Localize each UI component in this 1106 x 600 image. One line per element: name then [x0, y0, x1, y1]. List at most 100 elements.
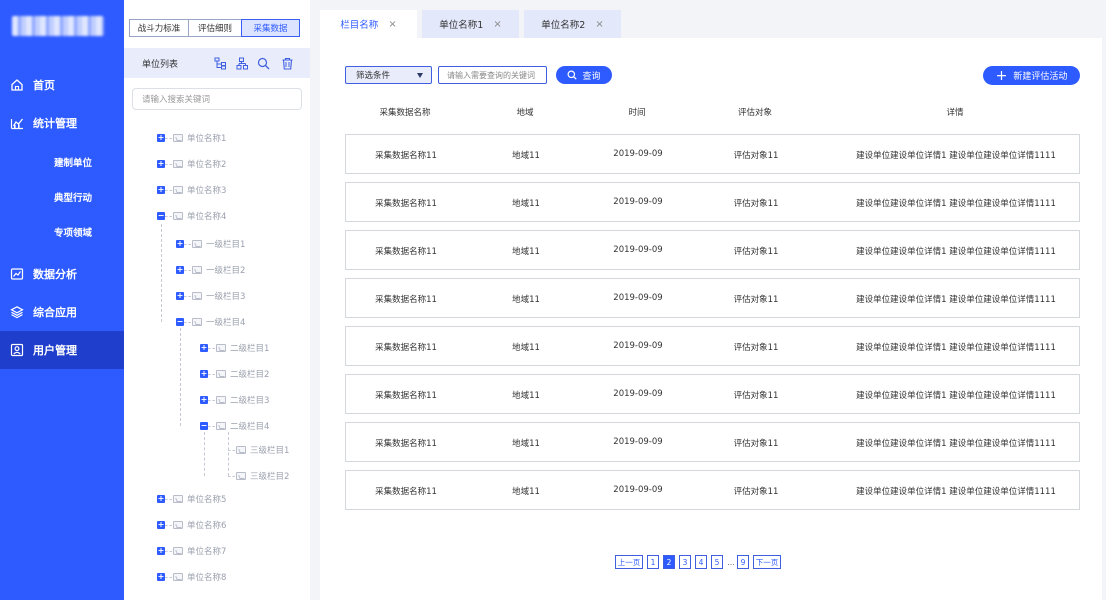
page-button[interactable]: 1	[647, 555, 659, 569]
tree-node[interactable]: + 单位名称5	[157, 492, 226, 506]
table-row[interactable]: 采集数据名称11 地域11 2019-09-09 评估对象11 建设单位建设单位详情1 …	[345, 134, 1080, 174]
prev-page-button[interactable]: 上一页	[615, 555, 643, 569]
tree-node[interactable]: − 单位名称4	[157, 209, 226, 223]
nav-item-apps[interactable]: 综合应用	[0, 293, 124, 331]
table-cell: 评估对象11	[733, 439, 779, 449]
tree-node[interactable]: + 二级栏目1	[200, 341, 269, 355]
tree-node[interactable]: + 二级栏目3	[200, 393, 269, 407]
expand-toggle-icon[interactable]: +	[200, 396, 208, 404]
page-button[interactable]: 5	[711, 555, 723, 569]
expand-toggle-icon[interactable]: +	[157, 495, 165, 503]
close-icon[interactable]: ×	[388, 19, 396, 30]
tree-connector-line	[180, 328, 181, 426]
trash-icon[interactable]	[281, 57, 294, 70]
expand-toggle-icon[interactable]: +	[157, 134, 165, 142]
tree-expand-icon[interactable]	[214, 57, 227, 70]
nav-item-analysis[interactable]: 数据分析	[0, 255, 124, 293]
expand-toggle-icon[interactable]: +	[176, 292, 184, 300]
folder-icon	[192, 292, 202, 300]
table-cell: 评估对象11	[733, 343, 779, 353]
collapse-toggle-icon[interactable]: −	[200, 422, 208, 430]
nav-sub-item-actions[interactable]: 典型行动	[0, 190, 124, 204]
filter-select[interactable]: 筛选条件	[345, 66, 432, 84]
tab-unit-2[interactable]: 单位名称2 ×	[524, 10, 621, 38]
table-row[interactable]: 采集数据名称11 地域11 2019-09-09 评估对象11 建设单位建设单位详情1 …	[345, 470, 1080, 510]
unit-search-input[interactable]: 请输入搜索关键词	[132, 88, 302, 110]
tree-node[interactable]: + 二级栏目2	[200, 367, 269, 381]
folder-icon	[173, 212, 183, 220]
expand-toggle-icon[interactable]: +	[157, 547, 165, 555]
page-button[interactable]: 4	[695, 555, 707, 569]
nav-item-stats[interactable]: 统计管理	[0, 104, 124, 142]
table-cell: 地域11	[512, 247, 540, 257]
analysis-icon	[10, 267, 24, 281]
folder-icon	[192, 240, 202, 248]
tree-node[interactable]: + 单位名称8	[157, 570, 226, 584]
expand-toggle-icon[interactable]: +	[157, 521, 165, 529]
tab-evaluation-rules[interactable]: 评估细则	[188, 19, 242, 37]
next-page-button[interactable]: 下一页	[753, 555, 781, 569]
table-row[interactable]: 采集数据名称11 地域11 2019-09-09 评估对象11 建设单位建设单位详情1 …	[345, 374, 1080, 414]
page-button[interactable]: 3	[679, 555, 691, 569]
table-cell: 评估对象11	[733, 247, 779, 257]
table-cell: 2019-09-09	[613, 341, 663, 351]
tab-collected-data[interactable]: 采集数据	[241, 19, 300, 37]
tree-node[interactable]: + 一级栏目3	[176, 289, 245, 303]
collapse-toggle-icon[interactable]: −	[176, 318, 184, 326]
table-cell: 地域11	[512, 391, 540, 401]
table-row[interactable]: 采集数据名称11 地域11 2019-09-09 评估对象11 建设单位建设单位详情1 …	[345, 278, 1080, 318]
tab-combat-standard[interactable]: 战斗力标准	[129, 19, 189, 37]
table-cell: 采集数据名称11	[375, 295, 437, 305]
close-icon[interactable]: ×	[493, 19, 501, 30]
expand-toggle-icon[interactable]: +	[157, 186, 165, 194]
expand-toggle-icon[interactable]: +	[200, 370, 208, 378]
unit-list-title: 单位列表	[142, 59, 179, 70]
table-row[interactable]: 采集数据名称11 地域11 2019-09-09 评估对象11 建设单位建设单位详情1 …	[345, 182, 1080, 222]
nav-item-users[interactable]: 用户管理	[0, 331, 124, 369]
nav-item-home[interactable]: 首页	[0, 66, 124, 104]
tree-node[interactable]: + 单位名称6	[157, 518, 226, 532]
collapse-toggle-icon[interactable]: −	[157, 212, 165, 220]
tab-column-name[interactable]: 栏目名称 ×	[320, 10, 417, 38]
tree-node[interactable]: 三级栏目1	[228, 443, 289, 457]
page-button[interactable]: 9	[737, 555, 749, 569]
table-cell: 地域11	[512, 295, 540, 305]
table-cell: 2019-09-09	[613, 437, 663, 447]
tree-node[interactable]: − 二级栏目4	[200, 419, 269, 433]
table-row[interactable]: 采集数据名称11 地域11 2019-09-09 评估对象11 建设单位建设单位详情1 …	[345, 326, 1080, 366]
tree-node[interactable]: + 一级栏目1	[176, 237, 245, 251]
home-icon	[10, 78, 24, 92]
expand-toggle-icon[interactable]: +	[157, 160, 165, 168]
search-icon[interactable]	[257, 57, 270, 70]
tree-node[interactable]: + 单位名称7	[157, 544, 226, 558]
expand-toggle-icon[interactable]: +	[176, 240, 184, 248]
tree-node[interactable]: + 一级栏目2	[176, 263, 245, 277]
expand-toggle-icon[interactable]: +	[157, 573, 165, 581]
tree-node[interactable]: 三级栏目2	[228, 469, 289, 483]
tree-node[interactable]: + 单位名称1	[157, 131, 226, 145]
column-header: 采集数据名称	[379, 108, 431, 118]
pagination-ellipsis: ...	[727, 557, 735, 567]
expand-toggle-icon[interactable]: +	[176, 266, 184, 274]
column-header: 评估对象	[737, 108, 772, 118]
tree-node[interactable]: + 单位名称2	[157, 157, 226, 171]
query-button[interactable]: 查询	[556, 66, 612, 84]
stats-icon	[10, 116, 24, 130]
keyword-input[interactable]: 请输入需要查询的关键词	[438, 66, 547, 84]
nav-sub-item-units[interactable]: 建制单位	[0, 155, 124, 169]
expand-toggle-icon[interactable]: +	[200, 344, 208, 352]
tree-structure-icon[interactable]	[236, 57, 249, 70]
nav-sub-item-domains[interactable]: 专项领域	[0, 225, 124, 239]
page-button-current[interactable]: 2	[663, 555, 675, 569]
tab-unit-1[interactable]: 单位名称1 ×	[422, 10, 519, 38]
table-row[interactable]: 采集数据名称11 地域11 2019-09-09 评估对象11 建设单位建设单位详情1 …	[345, 422, 1080, 462]
table-row[interactable]: 采集数据名称11 地域11 2019-09-09 评估对象11 建设单位建设单位详情1 …	[345, 230, 1080, 270]
close-icon[interactable]: ×	[595, 19, 603, 30]
tree-node[interactable]: + 单位名称3	[157, 183, 226, 197]
table-cell: 2019-09-09	[613, 149, 663, 159]
tree-node[interactable]: − 一级栏目4	[176, 315, 245, 329]
column-header: 时间	[628, 108, 646, 118]
new-evaluation-button[interactable]: + 新建评估活动	[983, 66, 1080, 85]
table-cell: 建设单位建设单位详情1 建设单位建设单位详情1111	[856, 295, 1056, 305]
table-cell: 采集数据名称11	[375, 487, 437, 497]
